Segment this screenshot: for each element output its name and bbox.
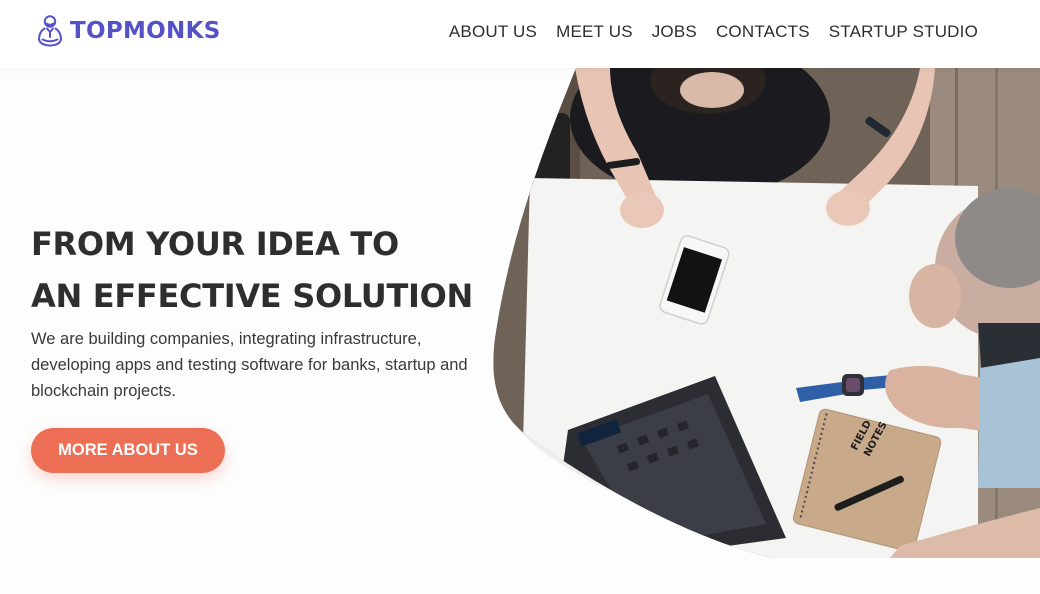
nav-meet-us[interactable]: MEET US [556,22,633,42]
monk-logo-icon [38,15,62,47]
nav-jobs[interactable]: JOBS [652,22,697,42]
nav-about-us[interactable]: ABOUT US [449,22,537,42]
hero-headline: FROM YOUR IDEA TO AN EFFECTIVE SOLUTION [31,218,501,322]
nav-startup-studio[interactable]: STARTUP STUDIO [829,22,978,42]
hero-headline-line-2: AN EFFECTIVE SOLUTION [31,277,474,315]
hero-description: We are building companies, integrating i… [31,330,468,400]
nav-contacts[interactable]: CONTACTS [716,22,810,42]
hero-photo: FIELD NOTES [493,68,1040,558]
brand-name: TOPMONKS [70,18,221,44]
main-nav: ABOUT US MEET US JOBS CONTACTS STARTUP S… [449,22,978,42]
hero-headline-line-1: FROM YOUR IDEA TO [31,225,399,263]
logo[interactable]: TOPMONKS [36,14,221,48]
site-header: TOPMONKS ABOUT US MEET US JOBS CONTACTS … [0,0,1040,68]
more-about-us-button[interactable]: MORE ABOUT US [31,428,225,473]
